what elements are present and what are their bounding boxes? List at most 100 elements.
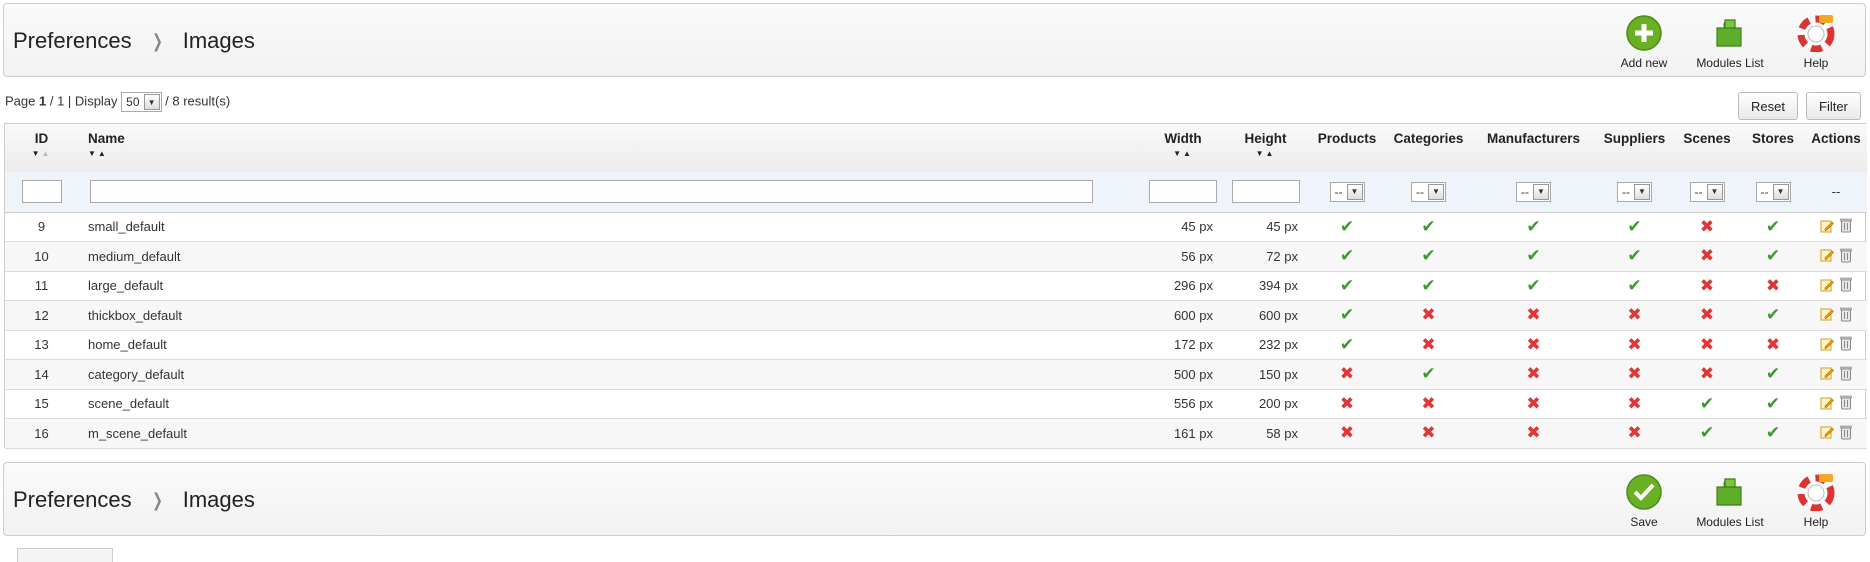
cross-icon[interactable]: ✖ (1340, 394, 1354, 413)
check-icon[interactable]: ✔ (1700, 394, 1714, 413)
table-row[interactable]: 16 m_scene_default 161 px 58 px ✖ ✖ ✖ ✖ ✔ ✔ (5, 418, 1867, 449)
row-suppliers-cell[interactable]: ✔ (1596, 271, 1673, 301)
cross-icon[interactable]: ✖ (1526, 305, 1540, 324)
check-icon[interactable]: ✔ (1766, 423, 1780, 442)
row-products-cell[interactable]: ✔ (1308, 241, 1386, 272)
row-suppliers-cell[interactable]: ✖ (1596, 359, 1673, 390)
cross-icon[interactable]: ✖ (1421, 335, 1435, 354)
edit-icon[interactable] (1820, 366, 1834, 380)
row-categories-cell[interactable]: ✖ (1386, 389, 1471, 419)
width-filter-input[interactable] (1149, 180, 1217, 204)
row-stores-cell[interactable]: ✔ (1741, 241, 1805, 272)
row-manufacturers-cell[interactable]: ✖ (1471, 359, 1596, 390)
row-categories-cell[interactable]: ✖ (1386, 330, 1471, 360)
check-icon[interactable]: ✔ (1421, 246, 1435, 265)
add-new-button[interactable]: Add new (1601, 14, 1687, 70)
cross-icon[interactable]: ✖ (1421, 423, 1435, 442)
delete-icon[interactable] (1840, 395, 1852, 410)
cross-icon[interactable]: ✖ (1627, 423, 1641, 442)
check-icon[interactable]: ✔ (1766, 246, 1780, 265)
row-stores-cell[interactable]: ✔ (1741, 418, 1805, 449)
check-icon[interactable]: ✔ (1627, 276, 1641, 295)
row-stores-cell[interactable]: ✔ (1741, 389, 1805, 419)
cross-icon[interactable]: ✖ (1340, 364, 1354, 383)
products-filter-select[interactable]: -- ▼ (1329, 181, 1365, 202)
modules-list-button[interactable]: Modules List (1687, 473, 1773, 529)
table-row[interactable]: 10 medium_default 56 px 72 px ✔ ✔ ✔ ✔ ✖ ✔ (5, 241, 1867, 272)
cross-icon[interactable]: ✖ (1700, 305, 1714, 324)
row-manufacturers-cell[interactable]: ✖ (1471, 330, 1596, 360)
row-products-cell[interactable]: ✖ (1308, 389, 1386, 419)
row-manufacturers-cell[interactable]: ✖ (1471, 389, 1596, 419)
modules-list-button[interactable]: Modules List (1687, 14, 1773, 70)
sort-arrows-icon[interactable]: ▼▲ (1224, 149, 1307, 158)
per-page-select[interactable]: 50 ▼ (121, 92, 162, 112)
delete-icon[interactable] (1840, 307, 1852, 322)
images-tab[interactable] (17, 548, 113, 562)
row-scenes-cell[interactable]: ✔ (1673, 418, 1741, 449)
row-categories-cell[interactable]: ✔ (1386, 241, 1471, 272)
row-stores-cell[interactable]: ✔ (1741, 212, 1805, 242)
check-icon[interactable]: ✔ (1766, 217, 1780, 236)
row-stores-cell[interactable]: ✖ (1741, 330, 1805, 360)
cross-icon[interactable]: ✖ (1526, 423, 1540, 442)
scenes-filter-select[interactable]: -- ▼ (1689, 181, 1725, 202)
breadcrumb-preferences[interactable]: Preferences (13, 28, 132, 54)
row-categories-cell[interactable]: ✖ (1386, 300, 1471, 331)
filter-button[interactable]: Filter (1806, 92, 1861, 120)
cross-icon[interactable]: ✖ (1526, 394, 1540, 413)
sort-arrows-icon[interactable]: ▼▲ (6, 149, 77, 158)
table-row[interactable]: 13 home_default 172 px 232 px ✔ ✖ ✖ ✖ ✖ ✖ (5, 330, 1867, 360)
row-products-cell[interactable]: ✖ (1308, 418, 1386, 449)
check-icon[interactable]: ✔ (1526, 276, 1540, 295)
row-manufacturers-cell[interactable]: ✔ (1471, 271, 1596, 301)
check-icon[interactable]: ✔ (1766, 364, 1780, 383)
cross-icon[interactable]: ✖ (1526, 364, 1540, 383)
delete-icon[interactable] (1840, 277, 1852, 292)
cross-icon[interactable]: ✖ (1700, 246, 1714, 265)
cross-icon[interactable]: ✖ (1627, 305, 1641, 324)
delete-icon[interactable] (1840, 218, 1852, 233)
check-icon[interactable]: ✔ (1421, 276, 1435, 295)
row-suppliers-cell[interactable]: ✖ (1596, 389, 1673, 419)
check-icon[interactable]: ✔ (1700, 423, 1714, 442)
height-filter-input[interactable] (1231, 180, 1300, 204)
stores-filter-select[interactable]: -- ▼ (1755, 181, 1791, 202)
check-icon[interactable]: ✔ (1766, 305, 1780, 324)
check-icon[interactable]: ✔ (1421, 217, 1435, 236)
row-suppliers-cell[interactable]: ✖ (1596, 418, 1673, 449)
reset-button[interactable]: Reset (1738, 92, 1798, 120)
cross-icon[interactable]: ✖ (1526, 335, 1540, 354)
edit-icon[interactable] (1820, 278, 1834, 292)
row-scenes-cell[interactable]: ✖ (1673, 271, 1741, 301)
edit-icon[interactable] (1820, 337, 1834, 351)
save-button[interactable]: Save (1601, 473, 1687, 529)
check-icon[interactable]: ✔ (1627, 217, 1641, 236)
row-suppliers-cell[interactable]: ✔ (1596, 241, 1673, 272)
delete-icon[interactable] (1840, 366, 1852, 381)
row-manufacturers-cell[interactable]: ✖ (1471, 418, 1596, 449)
check-icon[interactable]: ✔ (1627, 246, 1641, 265)
row-products-cell[interactable]: ✔ (1308, 271, 1386, 301)
sort-arrows-icon[interactable]: ▼▲ (1144, 149, 1222, 158)
suppliers-filter-select[interactable]: -- ▼ (1617, 181, 1652, 202)
breadcrumb-preferences[interactable]: Preferences (13, 487, 132, 513)
check-icon[interactable]: ✔ (1526, 217, 1540, 236)
row-stores-cell[interactable]: ✔ (1741, 300, 1805, 331)
row-categories-cell[interactable]: ✖ (1386, 418, 1471, 449)
check-icon[interactable]: ✔ (1340, 276, 1354, 295)
edit-icon[interactable] (1820, 219, 1834, 233)
row-scenes-cell[interactable]: ✖ (1673, 241, 1741, 272)
row-suppliers-cell[interactable]: ✖ (1596, 300, 1673, 331)
table-row[interactable]: 15 scene_default 556 px 200 px ✖ ✖ ✖ ✖ ✔ ✔ (5, 389, 1867, 419)
sort-arrows-icon[interactable]: ▼▲ (88, 149, 1142, 158)
cross-icon[interactable]: ✖ (1700, 335, 1714, 354)
row-suppliers-cell[interactable]: ✔ (1596, 212, 1673, 242)
check-icon[interactable]: ✔ (1340, 246, 1354, 265)
row-categories-cell[interactable]: ✔ (1386, 212, 1471, 242)
table-row[interactable]: 12 thickbox_default 600 px 600 px ✔ ✖ ✖ ✖ ✖ ✔ (5, 300, 1867, 331)
edit-icon[interactable] (1820, 425, 1834, 439)
row-products-cell[interactable]: ✔ (1308, 330, 1386, 360)
edit-icon[interactable] (1820, 396, 1834, 410)
cross-icon[interactable]: ✖ (1421, 394, 1435, 413)
